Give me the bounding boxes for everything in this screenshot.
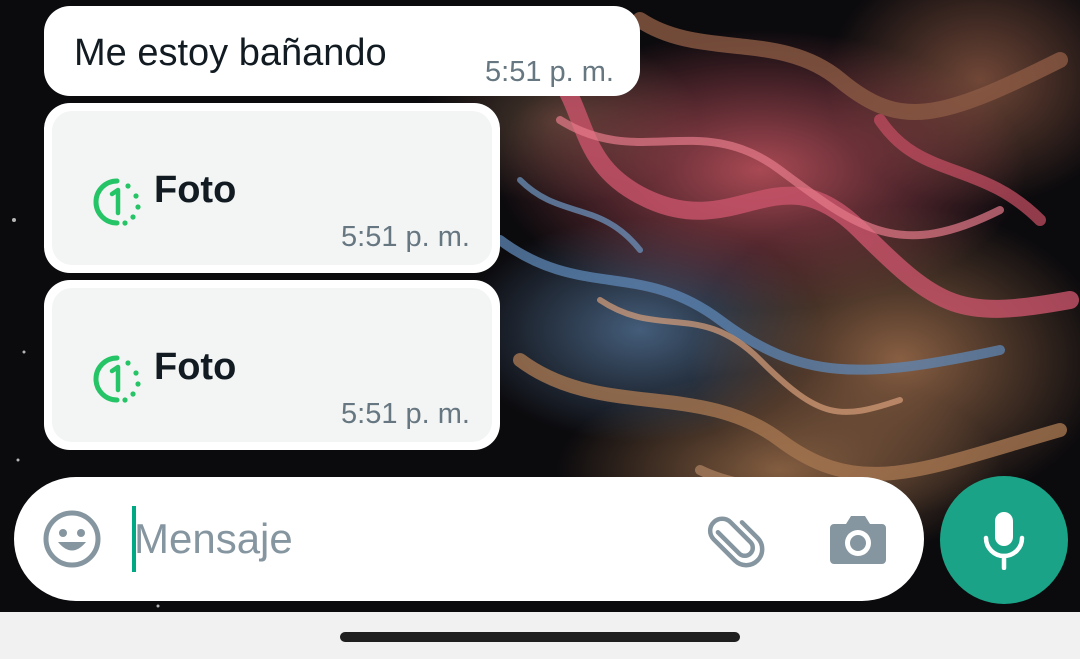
voice-message-button[interactable]	[940, 476, 1068, 604]
home-gesture-handle[interactable]	[340, 632, 740, 642]
message-time: 5:51 p. m.	[485, 56, 614, 88]
message-input[interactable]	[134, 503, 674, 575]
photo-label: Foto	[154, 169, 237, 211]
emoji-icon[interactable]	[42, 509, 102, 569]
camera-icon[interactable]	[828, 512, 888, 566]
view-once-icon	[93, 355, 141, 403]
photo-card[interactable]: Foto 5:51 p. m.	[52, 288, 492, 442]
message-composer	[14, 477, 924, 601]
microphone-icon	[983, 512, 1025, 570]
message-text: Me estoy bañando	[74, 32, 387, 74]
message-time: 5:51 p. m.	[341, 398, 470, 430]
message-bubble-photo[interactable]: Foto 5:51 p. m.	[44, 103, 500, 273]
attach-icon[interactable]	[706, 509, 768, 571]
view-once-icon	[93, 178, 141, 226]
message-bubble-text[interactable]: Me estoy bañando 5:51 p. m.	[44, 6, 640, 96]
photo-label: Foto	[154, 346, 237, 388]
message-time: 5:51 p. m.	[341, 221, 470, 253]
photo-card[interactable]: Foto 5:51 p. m.	[52, 111, 492, 265]
system-navigation-bar	[0, 612, 1080, 659]
message-bubble-photo[interactable]: Foto 5:51 p. m.	[44, 280, 500, 450]
